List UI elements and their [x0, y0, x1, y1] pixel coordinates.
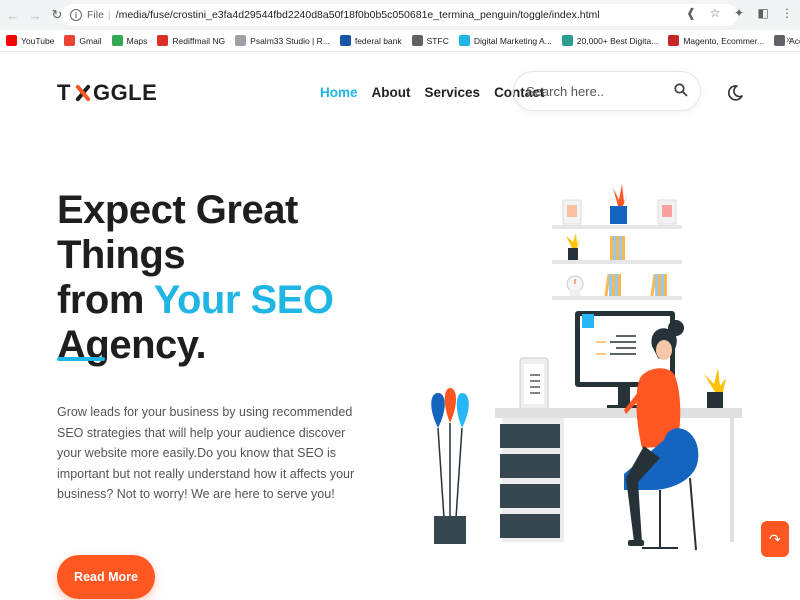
bookmark-favicon-icon [668, 35, 680, 46]
read-more-button[interactable]: Read More [57, 555, 155, 599]
hero-title-line1: Expect Great Things [57, 188, 298, 277]
back-icon[interactable]: ← [4, 6, 22, 24]
extensions-icon[interactable]: ✦ [732, 6, 746, 20]
moon-icon[interactable] [726, 84, 744, 102]
hero-title-from: from [57, 278, 154, 322]
logo-x-mark [72, 82, 92, 104]
seo-illustration [431, 184, 742, 551]
bookmark-label: Psalm33 Studio | R... [250, 35, 330, 46]
share-icon[interactable]: ❰ [684, 6, 698, 20]
bookmark-item[interactable]: 20,000+ Best Digita... [561, 35, 659, 46]
bookmarks-bar: YouTube Gmail Maps Rediffmail NG Psalm33 Stu… [0, 30, 800, 52]
bookmark-item[interactable]: federal bank [339, 35, 402, 46]
hero-title: Expect Great Things from Your SEO Agency… [57, 188, 387, 368]
bookmark-label: Digital Marketing A... [473, 35, 552, 46]
bookmark-favicon-icon [157, 35, 169, 46]
bookmark-favicon-icon [64, 35, 76, 46]
logo-text-left: T [57, 80, 71, 105]
nav-home[interactable]: Home [320, 85, 358, 100]
bookmark-item[interactable]: Maps [111, 35, 148, 46]
hero-title-accent: Your SEO [153, 278, 334, 322]
scroll-to-top-button[interactable]: ↷ [761, 521, 789, 557]
url-protocol: File [87, 9, 104, 21]
nav-services[interactable]: Services [425, 85, 481, 100]
bookmark-favicon-icon [411, 35, 423, 46]
bookmark-label: federal bank [354, 35, 402, 46]
url-text: /media/fuse/crostini_e3fa4d29544fbd2240d… [115, 9, 600, 21]
title-divider [57, 357, 105, 361]
search-input[interactable] [526, 83, 666, 99]
bookmark-favicon-icon [339, 35, 351, 46]
bookmark-item[interactable]: YouTube [6, 35, 54, 46]
bookmark-favicon-icon [235, 35, 247, 46]
menu-dots-icon[interactable]: ⋮ [780, 6, 794, 20]
main-nav: Home About Services Contact [320, 85, 544, 100]
bookmark-favicon-icon [111, 35, 123, 46]
site-info-icon[interactable]: i [70, 9, 82, 21]
bookmark-item[interactable]: Gmail [64, 35, 102, 46]
arrow-up-icon: ↷ [769, 530, 781, 547]
bookmark-star-icon[interactable]: ☆ [708, 6, 722, 20]
bookmark-label: YouTube [21, 35, 55, 46]
bookmark-item[interactable]: STFC [411, 35, 449, 46]
search-icon[interactable] [674, 83, 688, 97]
address-bar[interactable]: i File | /media/fuse/crostini_e3fa4d2954… [62, 4, 738, 26]
bookmark-favicon-icon [458, 35, 470, 46]
bookmark-label: STFC [426, 35, 449, 46]
bookmark-favicon-icon [774, 35, 786, 46]
bookmark-label: Rediffmail NG [172, 35, 226, 46]
bookmark-favicon-icon [6, 35, 17, 46]
bookmarks-overflow-icon[interactable]: » [786, 34, 792, 46]
url-separator: | [107, 9, 111, 21]
nav-about[interactable]: About [372, 85, 411, 100]
forward-icon[interactable]: → [26, 6, 44, 24]
search-box [513, 71, 701, 111]
hero-description: Grow leads for your business by using re… [57, 405, 355, 501]
bookmark-label: 20,000+ Best Digita... [576, 35, 659, 46]
site-header: T GGLE Home About Services Contact [0, 52, 800, 134]
bookmark-item[interactable]: Rediffmail NG [157, 35, 225, 46]
bookmark-item[interactable]: Digital Marketing A... [458, 35, 552, 46]
side-panel-icon[interactable]: ◧ [756, 6, 770, 20]
bookmark-label: Maps [126, 35, 148, 46]
browser-toolbar: ← → ↻ i File | /media/fuse/crostini_e3fa… [0, 0, 800, 30]
logo-text-right: GGLE [92, 80, 158, 105]
bookmark-item[interactable]: Psalm33 Studio | R... [235, 35, 330, 46]
bookmark-favicon-icon [561, 35, 573, 46]
bookmark-label: Magento, Ecommer... [683, 35, 765, 46]
toggle-logo[interactable]: T GGLE [57, 80, 157, 106]
bookmark-item[interactable]: Magento, Ecommer... [668, 35, 764, 46]
bookmark-label: Gmail [79, 35, 102, 46]
